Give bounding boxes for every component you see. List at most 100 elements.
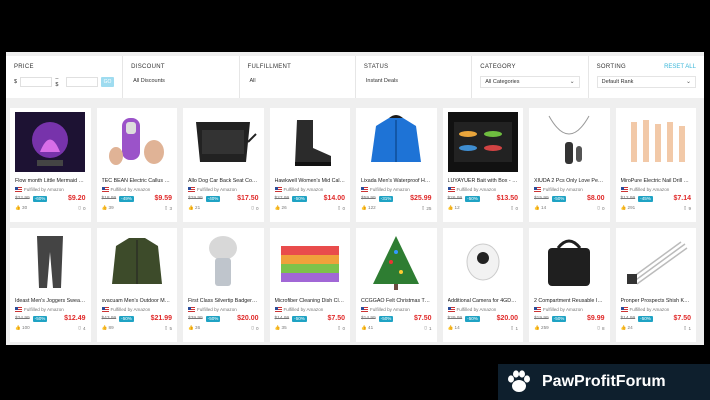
product-image[interactable] [621,112,691,172]
comment-icon: ▯ [683,205,687,210]
product-image[interactable] [361,112,431,172]
original-price: $59.99 [361,196,376,201]
product-image[interactable] [447,112,518,172]
product-title[interactable]: LUYAYUER Bait with Box - 4 ... [448,178,519,184]
us-flag-icon [447,307,455,312]
thumbs-up-icon: 👍 [620,325,627,330]
product-card[interactable]: First Class Silvertip Badger Ha... Fulfi… [183,228,264,342]
deal-price: $7.14 [673,195,691,202]
discount-badge: -50% [465,315,480,322]
thumbs-up-icon: 👍 [534,325,540,330]
product-title[interactable]: MiroPure Electric Nail Drill Ma... [621,178,692,184]
product-card[interactable]: Microfiber Cleaning Dish Cloth... Fulfil… [269,228,350,342]
status-select[interactable]: Instant Deals [364,76,463,88]
product-image[interactable] [534,232,604,292]
price-min-input[interactable] [20,77,53,87]
product-title[interactable]: Microfiber Cleaning Dish Cloth... [275,298,346,304]
product-title[interactable]: Lixada Men's Waterproof Hoo... [361,178,432,184]
product-image[interactable] [275,112,345,172]
felt-tree-icon [373,236,420,290]
product-image[interactable] [361,232,431,292]
comment-icon: ▯ [597,205,600,210]
product-image[interactable] [275,232,345,292]
product-card[interactable]: svacuam Men's Outdoor Men'... Fulfilled … [96,228,177,342]
fulfillment-info: Fulfilled by Amazon [101,187,173,192]
product-image[interactable] [15,112,86,172]
comments: ▯ 0 [251,325,259,331]
product-card[interactable]: 2 Compartment Reusable Insu... Fulfilled… [529,228,610,342]
product-title[interactable]: Ideast Men's Joggers Sweatp... [15,298,86,304]
price-go-button[interactable]: GO [100,77,115,87]
sorting-select[interactable]: Default Rank ⌄ [596,76,696,88]
likes: 👍 14 [534,205,547,210]
price-row: $18.99 -49% $9.59 [102,195,173,202]
discount-badge: -31% [378,195,394,202]
product-title[interactable]: Allo Dog Car Back Seat Cover... [188,178,259,184]
product-title[interactable]: TEC BEAN Electric Callus Re... [102,178,173,184]
product-card[interactable]: Ideast Men's Joggers Sweatp... Fulfilled… [10,228,91,342]
fulfilled-label: Fulfilled by Amazon [110,307,151,312]
deal-price: $17.50 [237,195,259,202]
reset-all-link[interactable]: RESET ALL [664,64,696,70]
deal-price: $20.00 [496,315,518,322]
deal-price: $14.00 [323,195,345,202]
comments: ▯ 0 [510,205,518,211]
filter-bar: PRICE $ – $ GO DISCOUNT All Discounts FU… [6,56,704,98]
discount-select[interactable]: All Discounts [131,76,230,88]
product-title[interactable]: svacuam Men's Outdoor Men'... [102,298,173,304]
product-card[interactable]: Flow month Little Mermaid Toy... Fulfill… [10,108,91,222]
product-title[interactable]: Additional Camera for 4GDOT... [448,298,519,304]
product-title[interactable]: Pronper Prospects Shish Kab... [621,298,692,304]
product-image[interactable] [534,112,604,172]
stats-row: 👍 291 ▯ 9 [621,205,692,211]
product-image[interactable] [102,232,172,292]
comments: ▯ 0 [337,205,345,211]
thumbs-up-icon: 👍 [188,325,194,330]
product-image[interactable] [15,232,85,292]
price-row: $24.99 -50% $12.49 [15,315,86,322]
product-title[interactable]: Hawkwell Women's Mid Calf L... [275,178,346,184]
product-image[interactable] [621,232,691,292]
product-card[interactable]: Additional Camera for 4GDOT... Fulfilled… [442,228,523,342]
us-flag-icon [361,187,368,192]
product-card[interactable]: MiroPure Electric Nail Drill Ma... Fulfi… [615,108,696,222]
category-select[interactable]: All Categories ⌄ [480,76,580,88]
stats-row: 👍 35 ▯ 0 [275,325,346,331]
product-card[interactable]: CCGGAO Felt Christmas Tree... Fulfilled … [356,228,437,342]
product-title[interactable]: XIUDA 2 Pcs Only Love Pet U... [534,178,605,184]
lunch-bag-icon [548,239,591,286]
product-title[interactable]: Flow month Little Mermaid Toy... [15,178,86,184]
likes: 👍 259 [534,325,549,330]
filter-label: STATUS [363,64,389,70]
product-card[interactable]: XIUDA 2 Pcs Only Love Pet U... Fulfilled… [529,108,610,222]
product-card[interactable]: Hawkwell Women's Mid Calf L... Fulfilled… [269,108,350,222]
stats-row: 👍 122 ▯ 25 [361,205,432,211]
fulfilled-label: Fulfilled by Amazon [283,187,324,192]
product-card[interactable]: LUYAYUER Bait with Box - 4 ... Fulfilled… [442,108,523,222]
product-title[interactable]: 2 Compartment Reusable Insu... [534,298,605,304]
green-jacket-icon [111,238,162,284]
stats-row: 👍 41 ▯ 1 [361,325,432,331]
product-image[interactable] [188,112,258,172]
product-card[interactable]: TEC BEAN Electric Callus Re... Fulfilled… [96,108,177,222]
product-image[interactable] [188,232,258,292]
comments: ▯ 4 [78,325,86,331]
comments: ▯ 3 [164,205,172,211]
comments: ▯ 0 [251,205,259,211]
price-row: $14.99 -50% $7.50 [621,315,692,322]
us-flag-icon [15,307,22,312]
fulfillment-select[interactable]: All [248,76,347,88]
thumbs-up-icon: 👍 [15,205,21,210]
product-card[interactable]: Pronper Prospects Shish Kab... Fulfilled… [615,228,696,342]
product-image[interactable] [102,112,172,172]
original-price: $14.99 [620,316,636,321]
original-price: $29.99 [188,196,203,201]
product-image[interactable] [448,232,518,292]
product-card[interactable]: Allo Dog Car Back Seat Cover... Fulfille… [183,108,264,222]
price-max-input[interactable] [65,77,98,87]
product-title[interactable]: CCGGAO Felt Christmas Tree... [361,298,432,304]
fulfilled-label: Fulfilled by Amazon [24,307,64,312]
product-card[interactable]: Lixada Men's Waterproof Hoo... Fulfilled… [356,108,437,222]
product-title[interactable]: First Class Silvertip Badger Ha... [188,298,259,304]
comment-icon: ▯ [337,205,341,210]
